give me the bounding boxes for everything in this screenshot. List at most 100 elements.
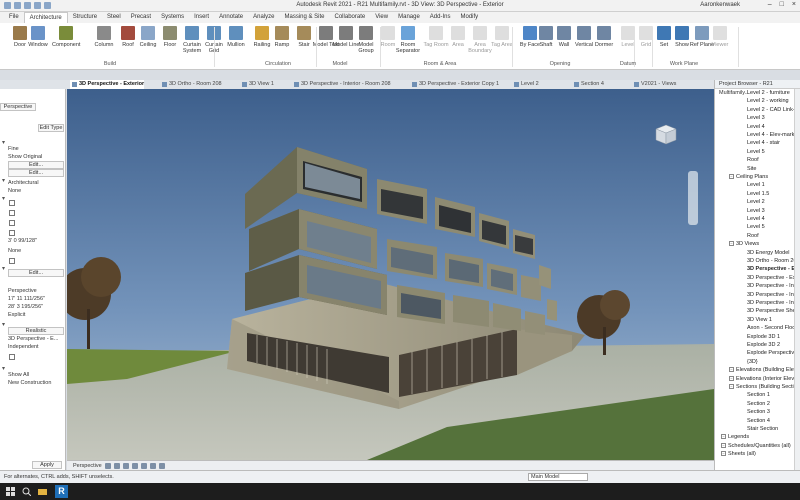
ribbon-tab-file[interactable]: File bbox=[4, 12, 24, 23]
view-tab[interactable]: Level 2 bbox=[512, 80, 539, 89]
browser-item[interactable]: 3D Ortho - Room 20 bbox=[747, 257, 797, 265]
type-selector[interactable]: Perspective bbox=[0, 103, 36, 111]
render-icon[interactable] bbox=[141, 463, 147, 469]
browser-item[interactable]: Level 2 - furniture bbox=[747, 89, 790, 97]
browser-item[interactable]: Level 5 bbox=[747, 223, 765, 231]
property-value[interactable]: Independent bbox=[8, 343, 64, 351]
group-collapse-icon[interactable]: ▾ bbox=[0, 265, 7, 272]
browser-group[interactable]: − Schedules/Quantities (all) bbox=[721, 442, 791, 450]
browser-item[interactable]: Level 2 bbox=[747, 198, 765, 206]
browser-item[interactable]: Level 3 bbox=[747, 207, 765, 215]
property-value[interactable]: Fine bbox=[8, 145, 64, 153]
property-value[interactable]: 28' 3 195/256" bbox=[8, 303, 64, 311]
browser-item[interactable]: Level 4 - stair bbox=[747, 139, 780, 147]
ribbon-tab-analyze[interactable]: Analyze bbox=[248, 12, 279, 23]
browser-item[interactable]: 3D Perspective - Inte bbox=[747, 282, 798, 290]
ribbon-tab-architecture[interactable]: Architecture bbox=[23, 12, 68, 23]
group-collapse-icon[interactable]: ▾ bbox=[0, 365, 7, 372]
view-cube-icon[interactable] bbox=[652, 123, 678, 145]
ribbon-tab-annotate[interactable]: Annotate bbox=[214, 12, 248, 23]
detail-level-icon[interactable] bbox=[105, 463, 111, 469]
browser-item[interactable]: 3D Perspective - Inte bbox=[747, 291, 798, 299]
view-tab[interactable]: Section 4 bbox=[572, 80, 604, 89]
property-checkbox[interactable] bbox=[9, 230, 15, 236]
property-edit-button[interactable]: Edit... bbox=[8, 169, 64, 177]
browser-group[interactable]: − Elevations (Building Elev bbox=[729, 366, 797, 374]
browser-item[interactable]: Section 2 bbox=[747, 400, 770, 408]
property-value[interactable]: Show Original bbox=[8, 153, 64, 161]
expand-toggle-icon[interactable]: − bbox=[721, 434, 726, 440]
ribbon-tab-modify[interactable]: Modify bbox=[455, 12, 483, 23]
browser-item[interactable]: Level 1 bbox=[747, 181, 765, 189]
ribbon-tab-steel[interactable]: Steel bbox=[102, 12, 126, 23]
expand-toggle-icon[interactable]: − bbox=[729, 367, 734, 373]
ribbon-tab-precast[interactable]: Precast bbox=[126, 12, 156, 23]
revit-app-icon[interactable]: R bbox=[55, 485, 68, 498]
view-tab[interactable]: 3D Ortho - Room 208 bbox=[160, 80, 222, 89]
maximize-icon[interactable]: □ bbox=[780, 1, 784, 8]
search-icon[interactable] bbox=[22, 487, 31, 496]
expand-toggle-icon[interactable]: − bbox=[729, 241, 734, 247]
browser-group[interactable]: − Ceiling Plans bbox=[729, 173, 768, 181]
3d-viewport[interactable] bbox=[67, 89, 714, 460]
browser-item[interactable]: 3D View 1 bbox=[747, 316, 772, 324]
ribbon-button-mullion[interactable]: Mullion bbox=[222, 26, 250, 48]
browser-item[interactable]: {3D} bbox=[747, 358, 758, 366]
folder-icon[interactable] bbox=[38, 487, 47, 496]
property-value[interactable]: Show All bbox=[8, 371, 64, 379]
ribbon-tab-collaborate[interactable]: Collaborate bbox=[330, 12, 371, 23]
ribbon-button-window[interactable]: Window bbox=[24, 26, 52, 48]
property-edit-button[interactable]: Edit... bbox=[8, 269, 64, 277]
browser-item[interactable]: Axon - Second Floor bbox=[747, 324, 797, 332]
navigation-bar[interactable] bbox=[688, 171, 698, 225]
ribbon-tab-add-ins[interactable]: Add-Ins bbox=[425, 12, 456, 23]
browser-item[interactable]: Site bbox=[747, 165, 756, 173]
edit-type-button[interactable]: Edit Type bbox=[38, 124, 64, 132]
ribbon-button-component[interactable]: Component bbox=[52, 26, 80, 48]
ribbon-tab-view[interactable]: View bbox=[370, 12, 393, 23]
browser-item[interactable]: Explode 3D 2 bbox=[747, 341, 780, 349]
property-value[interactable]: Perspective bbox=[8, 287, 64, 295]
browser-item[interactable]: Explode Perspective bbox=[747, 349, 797, 357]
property-checkbox[interactable] bbox=[9, 258, 15, 264]
close-icon[interactable]: × bbox=[792, 1, 796, 8]
view-tab[interactable]: 3D Perspective - Interior - Room 208 bbox=[292, 80, 391, 89]
browser-item[interactable]: Section 4 bbox=[747, 417, 770, 425]
browser-item[interactable]: Level 4 bbox=[747, 215, 765, 223]
ribbon-tab-systems[interactable]: Systems bbox=[156, 12, 189, 23]
browser-item[interactable]: 3D Energy Model bbox=[747, 249, 790, 257]
property-checkbox[interactable] bbox=[9, 210, 15, 216]
browser-item[interactable]: Section 1 bbox=[747, 391, 770, 399]
property-value[interactable]: Explicit bbox=[8, 311, 64, 319]
browser-item[interactable]: Roof bbox=[747, 232, 759, 240]
expand-toggle-icon[interactable]: − bbox=[729, 375, 734, 381]
property-value[interactable]: 3D Perspective - E... bbox=[8, 335, 64, 343]
property-edit-button[interactable]: Edit... bbox=[8, 161, 64, 169]
property-value[interactable]: New Construction bbox=[8, 379, 64, 387]
visual-style-icon[interactable] bbox=[114, 463, 120, 469]
browser-item[interactable]: Level 3 bbox=[747, 114, 765, 122]
property-value[interactable]: None bbox=[8, 187, 64, 195]
browser-item[interactable]: Stair Section bbox=[747, 425, 778, 433]
group-collapse-icon[interactable]: ▾ bbox=[0, 139, 7, 146]
property-value[interactable]: None bbox=[8, 247, 64, 255]
expand-toggle-icon[interactable]: − bbox=[729, 174, 734, 180]
apply-button[interactable]: Apply bbox=[32, 461, 62, 469]
browser-item[interactable]: Roof bbox=[747, 156, 759, 164]
browser-item[interactable]: Section 3 bbox=[747, 408, 770, 416]
browser-group[interactable]: − Elevations (Interior Eleva bbox=[729, 375, 797, 383]
browser-item[interactable]: Level 2 - working bbox=[747, 97, 789, 105]
property-edit-button[interactable]: Realistic bbox=[8, 327, 64, 335]
view-tab[interactable]: 3D Perspective - Exterior bbox=[70, 80, 145, 89]
property-value[interactable]: 17' 11 111/256" bbox=[8, 295, 64, 303]
property-value[interactable]: 3' 0 99/128" bbox=[8, 237, 64, 245]
shadows-icon[interactable] bbox=[132, 463, 138, 469]
group-collapse-icon[interactable]: ▾ bbox=[0, 177, 7, 184]
crop-view-icon[interactable] bbox=[150, 463, 156, 469]
ribbon-tab-manage[interactable]: Manage bbox=[393, 12, 425, 23]
property-value[interactable]: Architectural bbox=[8, 179, 64, 187]
expand-toggle-icon[interactable]: − bbox=[721, 442, 726, 448]
active-model-select[interactable]: Main Model bbox=[528, 473, 588, 481]
expand-toggle-icon[interactable]: − bbox=[721, 451, 726, 457]
browser-item[interactable]: 3D Perspective Sheet bbox=[747, 307, 800, 315]
